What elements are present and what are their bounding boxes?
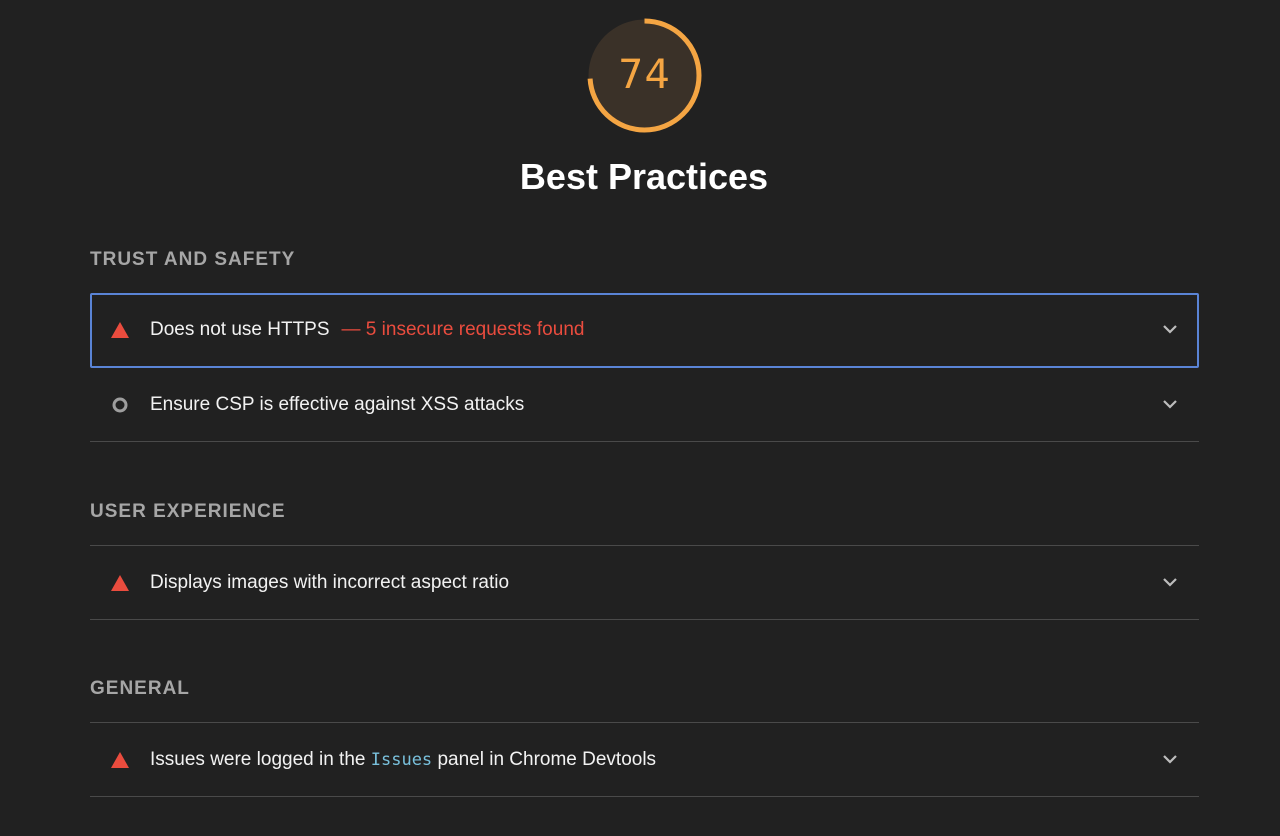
warning-triangle-icon — [111, 752, 129, 768]
audit-title-text: Does not use HTTPS — [150, 319, 330, 340]
audit-image-aspect-ratio[interactable]: Displays images with incorrect aspect ra… — [90, 546, 1199, 619]
warning-triangle-icon — [111, 322, 129, 338]
gauge-score-value: 74 — [618, 52, 671, 98]
warning-triangle-icon — [111, 575, 129, 591]
audit-does-not-use-https[interactable]: Does not use HTTPS — 5 insecure requests … — [90, 293, 1199, 368]
audit-ensure-csp[interactable]: Ensure CSP is effective against XSS atta… — [90, 368, 1199, 441]
audit-title-text: panel in Chrome Devtools — [432, 749, 657, 770]
audit-title: Does not use HTTPS — 5 insecure requests … — [150, 319, 584, 341]
audit-display-value: — 5 insecure requests found — [341, 319, 585, 340]
chevron-down-icon[interactable] — [1161, 320, 1179, 338]
audit-title: Displays images with incorrect aspect ra… — [150, 572, 510, 593]
group-title-trust-and-safety: TRUST AND SAFETY — [90, 249, 296, 270]
lighthouse-report: 74 Best Practices TRUST AND SAFETY Does … — [0, 0, 1280, 836]
divider — [90, 796, 1199, 797]
audit-title: Issues were logged in the Issues panel i… — [150, 749, 656, 771]
divider — [90, 441, 1199, 442]
audit-title: Ensure CSP is effective against XSS atta… — [150, 394, 525, 415]
chevron-down-icon[interactable] — [1161, 750, 1179, 768]
issues-panel-code: Issues — [370, 750, 433, 770]
circle-outline-icon — [112, 397, 128, 413]
category-title: Best Practices — [519, 156, 769, 197]
audit-issues-logged[interactable]: Issues were logged in the Issues panel i… — [90, 723, 1199, 796]
group-title-user-experience: USER EXPERIENCE — [90, 501, 286, 522]
chevron-down-icon[interactable] — [1161, 573, 1179, 591]
audit-title-text: Issues were logged in the — [150, 749, 371, 770]
divider — [90, 619, 1199, 620]
chevron-down-icon[interactable] — [1161, 395, 1179, 413]
group-title-general: GENERAL — [90, 678, 190, 699]
score-gauge[interactable]: 74 — [586, 17, 703, 134]
